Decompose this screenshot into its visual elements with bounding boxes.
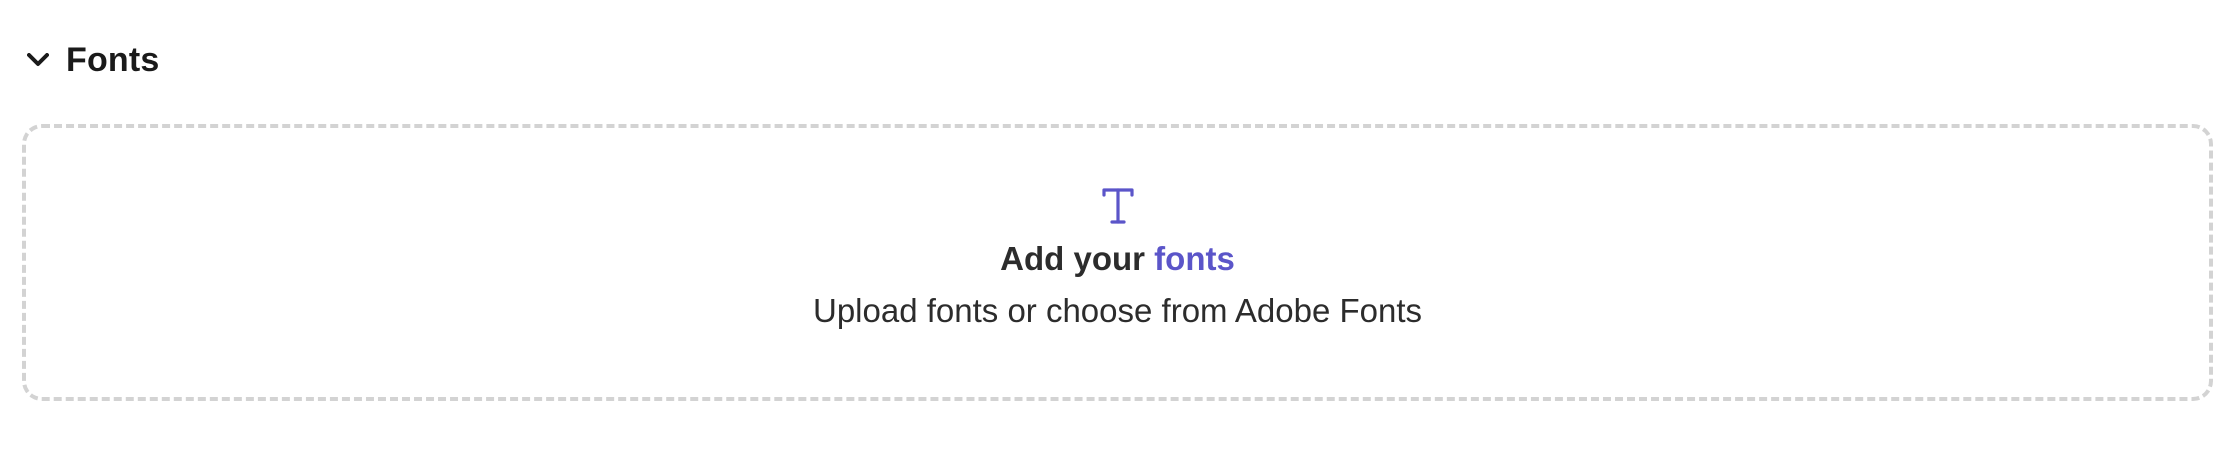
dropzone-title: Add your fonts: [1000, 240, 1235, 278]
chevron-down-icon[interactable]: [24, 46, 52, 74]
font-upload-dropzone[interactable]: Add your fonts Upload fonts or choose fr…: [22, 124, 2213, 401]
section-title: Fonts: [66, 40, 160, 79]
type-icon: [1098, 186, 1138, 226]
dropzone-subtitle: Upload fonts or choose from Adobe Fonts: [812, 292, 1423, 329]
fonts-section-toggle[interactable]: Fonts: [24, 34, 160, 86]
fonts-link[interactable]: fonts: [1154, 240, 1235, 277]
dropzone-title-prefix: Add your: [1000, 240, 1155, 277]
